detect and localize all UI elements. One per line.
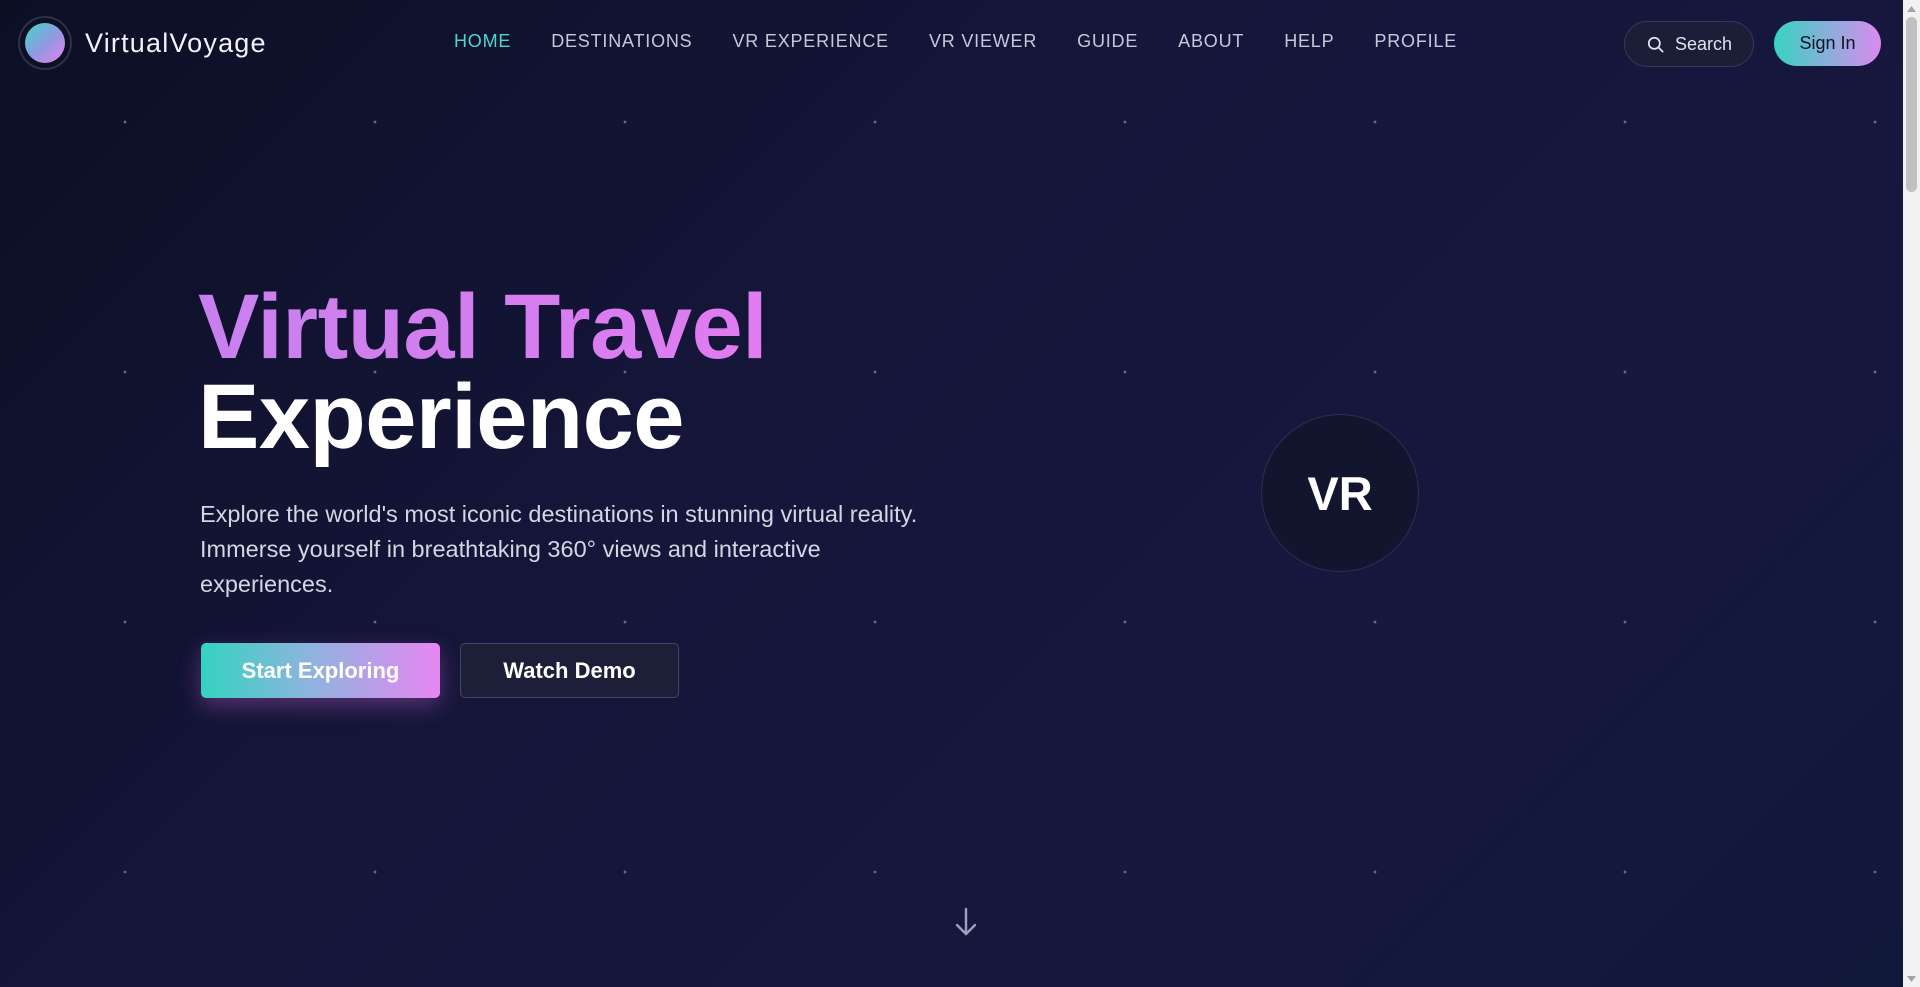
hero-title-line2: Experience <box>198 366 684 468</box>
scrollbar-thumb[interactable] <box>1906 17 1917 192</box>
hero-description: Explore the world's most iconic destinat… <box>200 501 918 597</box>
nav-item-help[interactable]: HELP <box>1284 31 1334 52</box>
nav-item-home[interactable]: HOME <box>454 31 511 52</box>
brand-name: VirtualVoyage <box>85 27 267 58</box>
nav-item-about[interactable]: ABOUT <box>1178 31 1244 52</box>
search-label: Search <box>1674 33 1733 54</box>
hero-title: Virtual Travel Experience <box>198 276 768 468</box>
nav-item-profile[interactable]: PROFILE <box>1374 31 1457 52</box>
search-button[interactable]: Search <box>1624 21 1754 67</box>
sign-in-button[interactable]: Sign In <box>1774 21 1881 66</box>
nav-item-vr-experience[interactable]: VR EXPERIENCE <box>732 31 888 52</box>
arrow-down-icon <box>955 907 977 936</box>
start-exploring-button[interactable]: Start Exploring <box>201 643 440 698</box>
nav-item-vr-viewer[interactable]: VR VIEWER <box>929 31 1037 52</box>
gradient-orb-icon <box>25 23 65 63</box>
watch-demo-button[interactable]: Watch Demo <box>460 643 679 698</box>
nav-item-guide[interactable]: GUIDE <box>1077 31 1138 52</box>
page-scrollbar[interactable] <box>1903 0 1920 987</box>
background-dot-grid <box>0 0 1900 987</box>
nav-item-destinations[interactable]: DESTINATIONS <box>551 31 692 52</box>
scroll-up-arrow-icon[interactable] <box>1903 0 1920 17</box>
scroll-down-button[interactable] <box>952 906 980 938</box>
search-icon <box>1647 36 1664 52</box>
logo-ring <box>20 18 70 68</box>
site-header: VirtualVoyage HOME DESTINATIONS VR EXPER… <box>0 0 1900 88</box>
main-nav: HOME DESTINATIONS VR EXPERIENCE VR VIEWE… <box>454 31 1457 52</box>
vr-badge: VR <box>1261 414 1419 572</box>
hero-title-line1: Virtual Travel <box>198 276 768 378</box>
scroll-down-arrow-icon[interactable] <box>1903 970 1920 987</box>
brand-logo[interactable]: VirtualVoyage <box>20 18 267 68</box>
